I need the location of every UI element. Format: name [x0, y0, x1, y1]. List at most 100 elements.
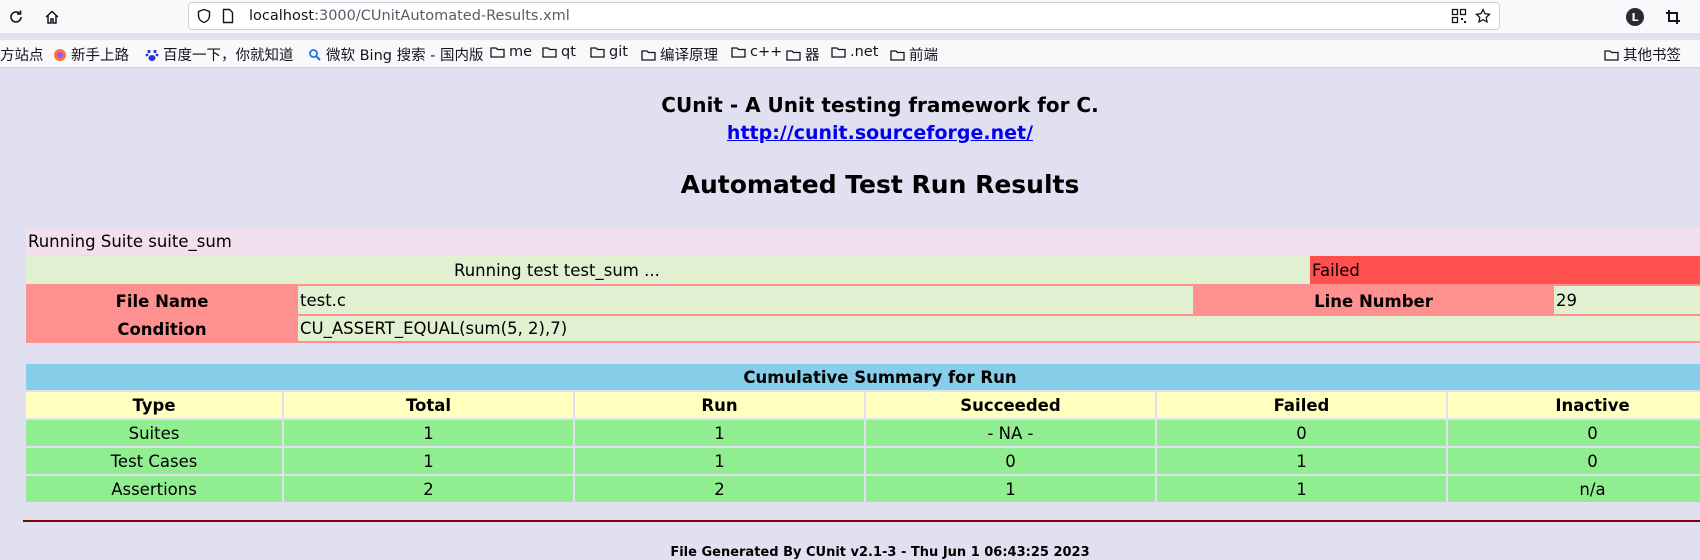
- cunit-link-text[interactable]: http://cunit.sourceforge.net/: [727, 122, 1033, 144]
- bookmark-label: c++: [750, 44, 783, 60]
- bookmark-label: 编译原理: [660, 48, 718, 64]
- col-header-succeeded: Succeeded: [866, 392, 1155, 418]
- folder-icon: [890, 49, 905, 61]
- status-badge: Failed: [1310, 256, 1700, 284]
- bookmark-item[interactable]: 前端: [890, 44, 938, 65]
- condition-value-text: CU_ASSERT_EQUAL(sum(5, 2),7): [300, 319, 568, 338]
- table-cell: 0: [1448, 420, 1700, 446]
- file-name-value-text: test.c: [300, 290, 347, 310]
- divider: [298, 341, 1700, 343]
- table-cell-type: Test Cases: [26, 448, 282, 474]
- bookmark-item[interactable]: c++: [731, 44, 782, 60]
- table-cell: 1: [575, 420, 864, 446]
- bookmark-label: qt: [561, 44, 576, 60]
- browser-toolbar: localhost:3000/CUnitAutomated-Results.xm…: [0, 0, 1700, 33]
- line-number-label-text: Line Number: [1314, 291, 1433, 311]
- condition-label: Condition: [26, 316, 298, 343]
- profile-initial: L: [1631, 10, 1639, 24]
- bookmark-label: .net: [850, 44, 879, 60]
- bookmark-label: git: [609, 44, 628, 60]
- file-name-label-text: File Name: [115, 291, 209, 311]
- shield-icon[interactable]: [195, 7, 213, 25]
- bing-search-icon: [309, 48, 321, 61]
- table-cell-type: Assertions: [26, 476, 282, 502]
- folder-icon: [731, 47, 746, 58]
- table-cell: 2: [575, 476, 864, 502]
- folder-icon: [1604, 49, 1619, 61]
- table-cell: 1: [284, 448, 573, 474]
- bookmark-item[interactable]: git: [590, 44, 628, 60]
- url-host: localhost: [249, 8, 315, 24]
- file-name-value: test.c: [298, 286, 1193, 314]
- cunit-link: http://cunit.sourceforge.net/: [0, 122, 1700, 144]
- status-text: Failed: [1312, 260, 1360, 280]
- url-bar[interactable]: localhost:3000/CUnitAutomated-Results.xm…: [188, 2, 1500, 30]
- profile-avatar[interactable]: L: [1626, 8, 1644, 26]
- bookmark-label: 方站点: [0, 48, 44, 64]
- line-number-value: 29: [1554, 286, 1700, 314]
- table-cell-type: Suites: [26, 420, 282, 446]
- test-row: Running test test_sum ...: [26, 256, 1309, 284]
- test-label: Running test test_sum ...: [454, 260, 660, 280]
- bookmark-label: me: [509, 44, 533, 60]
- summary-title-text: Cumulative Summary for Run: [743, 367, 1017, 387]
- star-icon[interactable]: [1474, 7, 1492, 25]
- bookmark-item[interactable]: me: [490, 44, 532, 60]
- condition-label-text: Condition: [117, 320, 207, 339]
- summary-title: Cumulative Summary for Run: [26, 364, 1700, 390]
- page-title: CUnit - A Unit testing framework for C.: [661, 93, 1099, 117]
- table-cell: 1: [575, 448, 864, 474]
- folder-icon: [641, 49, 656, 61]
- bookmark-item[interactable]: 器: [786, 44, 820, 65]
- bookmark-item[interactable]: 微软 Bing 搜索 - 国内版: [308, 44, 484, 65]
- qr-code-icon[interactable]: [1450, 7, 1468, 25]
- line-number-value-text: 29: [1556, 290, 1577, 310]
- baidu-icon: [145, 49, 159, 61]
- suite-label: Running Suite suite_sum: [28, 232, 232, 251]
- crop-icon[interactable]: [1662, 6, 1684, 28]
- table-cell: 0: [1448, 448, 1700, 474]
- table-cell: 0: [1157, 420, 1446, 446]
- results-heading: Automated Test Run Results: [680, 170, 1080, 199]
- col-header-total: Total: [284, 392, 573, 418]
- col-header-inactive: Inactive: [1448, 392, 1700, 418]
- condition-value: CU_ASSERT_EQUAL(sum(5, 2),7): [298, 316, 1700, 341]
- bookmark-label: 百度一下，你就知道: [163, 48, 294, 64]
- bookmark-item[interactable]: 编译原理: [641, 44, 718, 65]
- bookmark-item[interactable]: 方站点: [0, 44, 44, 65]
- folder-icon: [590, 47, 605, 58]
- other-bookmarks-label: 其他书签: [1623, 48, 1681, 64]
- bookmark-item[interactable]: 新手上路: [53, 44, 129, 65]
- table-cell: 2: [284, 476, 573, 502]
- reload-icon[interactable]: [5, 6, 27, 28]
- suite-row: Running Suite suite_sum: [26, 228, 1700, 255]
- bookmark-label: 新手上路: [71, 48, 129, 64]
- bookmark-item[interactable]: 百度一下，你就知道: [145, 44, 294, 65]
- horizontal-rule: [23, 520, 1700, 522]
- col-header-type: Type: [26, 392, 282, 418]
- footer-text: File Generated By CUnit v2.1-3 - Thu Jun…: [670, 545, 1090, 560]
- table-cell: 1: [866, 476, 1155, 502]
- bookmark-item[interactable]: .net: [831, 44, 878, 60]
- folder-icon: [490, 47, 505, 58]
- bookmark-label: 微软 Bing 搜索 - 国内版: [326, 48, 484, 64]
- table-cell: - NA -: [866, 420, 1155, 446]
- home-icon[interactable]: [41, 6, 63, 28]
- bookmarks-bar: 方站点 新手上路 百度一下，你就知道 微软 Bing 搜索 - 国内版 me q…: [0, 40, 1700, 68]
- folder-icon: [542, 47, 557, 58]
- bookmark-label: 前端: [909, 48, 938, 64]
- table-cell: 0: [866, 448, 1155, 474]
- table-cell: n/a: [1448, 476, 1700, 502]
- firefox-icon: [54, 48, 66, 61]
- folder-icon: [831, 47, 846, 58]
- url-text[interactable]: localhost:3000/CUnitAutomated-Results.xm…: [249, 8, 570, 24]
- table-cell: 1: [1157, 476, 1446, 502]
- url-path: :3000/CUnitAutomated-Results.xml: [314, 8, 570, 24]
- table-cell: 1: [1157, 448, 1446, 474]
- other-bookmarks[interactable]: 其他书签: [1604, 44, 1681, 65]
- bookmark-item[interactable]: qt: [542, 44, 576, 60]
- file-name-label: File Name: [26, 286, 298, 316]
- bookmark-label: 器: [805, 48, 820, 64]
- page-icon[interactable]: [219, 7, 237, 25]
- col-header-failed: Failed: [1157, 392, 1446, 418]
